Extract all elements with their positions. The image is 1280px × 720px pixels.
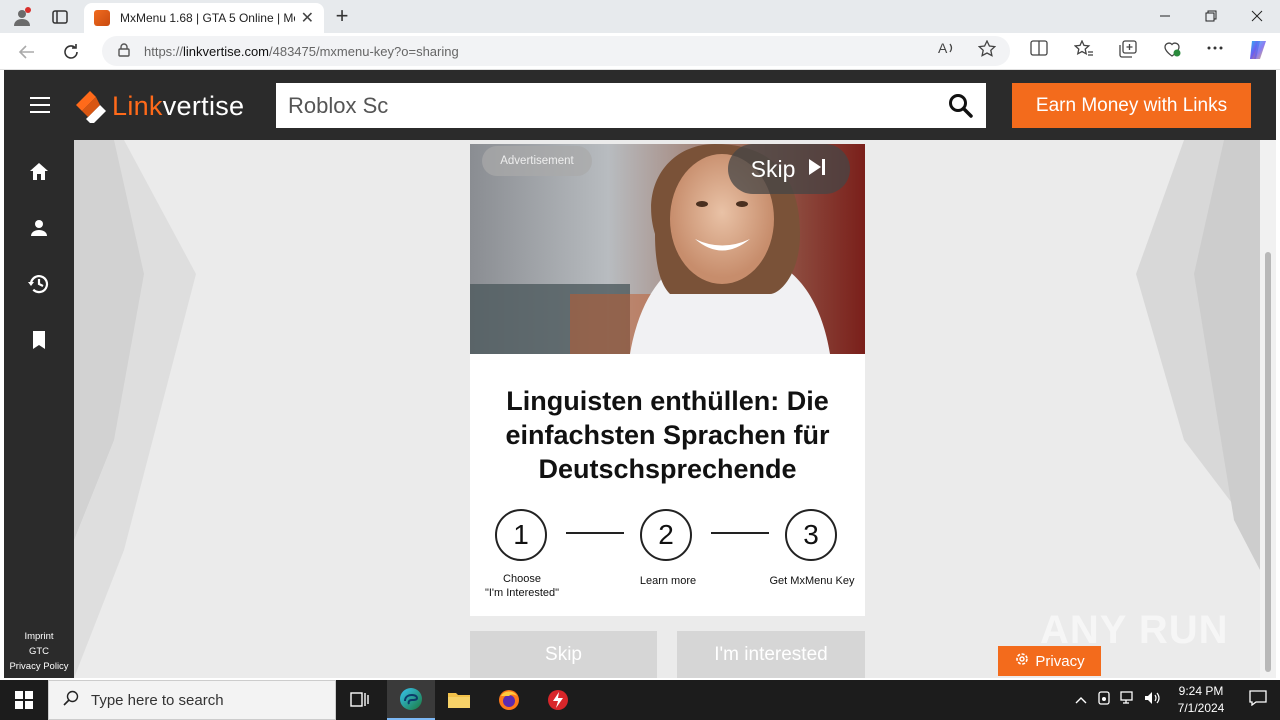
profile-icon[interactable] [10, 5, 34, 29]
step-3-label: Get MxMenu Key [769, 575, 855, 587]
skip-next-icon [807, 156, 827, 183]
logo-text: Linkvertise [112, 91, 244, 122]
sidebar-footer-links: Imprint GTC Privacy Policy [4, 629, 74, 674]
search-input[interactable] [288, 92, 928, 119]
earn-money-button[interactable]: Earn Money with Links [1012, 83, 1251, 128]
step-connector [711, 532, 769, 534]
network-icon[interactable] [1116, 690, 1140, 710]
privacy-button[interactable]: Privacy [998, 646, 1101, 676]
read-aloud-icon[interactable]: A [938, 40, 956, 60]
windows-start-icon[interactable] [0, 680, 48, 720]
search-icon[interactable] [948, 93, 974, 119]
taskbar-search[interactable]: Type here to search [48, 680, 336, 720]
site-header: Linkvertise Earn Money with Links [4, 70, 1276, 140]
menu-icon[interactable] [30, 97, 50, 113]
gear-icon [1014, 651, 1030, 671]
refresh-icon[interactable] [58, 39, 84, 65]
svg-text:A: A [938, 40, 948, 56]
tab-close-icon[interactable]: ✕ [301, 8, 314, 28]
ad-skip-button[interactable]: Skip [728, 144, 850, 194]
url-path: /483475/mxmenu-key?o=sharing [269, 43, 459, 59]
logo-text-rest: vertise [162, 90, 245, 121]
ad-card: Advertisement Skip Linguisten enthüllen:… [470, 144, 865, 616]
logo-mark-icon [74, 89, 108, 125]
notifications-icon[interactable] [1236, 689, 1280, 711]
taskbar-search-placeholder: Type here to search [91, 691, 224, 709]
logo-text-link: Link [112, 90, 163, 121]
browser-toolbar: https://linkvertise.com/483475/mxmenu-ke… [0, 33, 1280, 70]
browser-essentials-icon[interactable] [1162, 40, 1182, 62]
tab-actions-icon[interactable] [48, 5, 72, 29]
taskbar: Type here to search 9:24 PM 7/1/2024 [0, 680, 1280, 720]
firefox-icon[interactable] [485, 680, 533, 720]
sidebar: Imprint GTC Privacy Policy [4, 140, 74, 678]
history-icon[interactable] [27, 272, 51, 296]
url-host: linkvertise.com [183, 43, 269, 59]
address-bar[interactable]: https://linkvertise.com/483475/mxmenu-ke… [102, 36, 1010, 66]
step-3-circle: 3 [785, 509, 837, 561]
clock[interactable]: 9:24 PM 7/1/2024 [1166, 683, 1236, 717]
more-options-icon[interactable] [1206, 40, 1224, 60]
imprint-link[interactable]: Imprint [4, 629, 74, 644]
interested-button[interactable]: I'm interested [677, 631, 865, 678]
gtc-link[interactable]: GTC [4, 644, 74, 659]
ad-image[interactable]: Advertisement Skip [470, 144, 865, 354]
linkvertise-favicon-icon [94, 10, 110, 26]
bookmark-icon[interactable] [27, 328, 51, 352]
home-icon[interactable] [27, 160, 51, 184]
tray-device-icon[interactable] [1092, 690, 1116, 710]
web-page: Linkvertise Earn Money with Links Imprin… [4, 70, 1276, 678]
favorites-icon[interactable] [1073, 39, 1094, 62]
ad-headline[interactable]: Linguisten enthüllen: Die einfachsten Sp… [486, 384, 849, 486]
volume-icon[interactable] [1140, 691, 1166, 710]
system-tray: 9:24 PM 7/1/2024 [1070, 680, 1280, 720]
privacy-label: Privacy [1035, 652, 1085, 670]
tab-title: MxMenu 1.68 | GTA 5 Online | Mo [120, 11, 295, 25]
copilot-icon[interactable] [1246, 38, 1270, 66]
split-screen-icon[interactable] [1030, 40, 1048, 60]
tray-chevron-up-icon[interactable] [1070, 691, 1092, 709]
close-window-icon[interactable] [1234, 0, 1280, 32]
step-2-circle: 2 [640, 509, 692, 561]
step-1-circle: 1 [495, 509, 547, 561]
url-scheme: https:// [144, 43, 184, 59]
advertisement-label: Advertisement [482, 146, 592, 176]
page-scrollbar[interactable] [1260, 140, 1276, 678]
file-explorer-icon[interactable] [435, 680, 483, 720]
task-view-icon[interactable] [336, 680, 384, 720]
linkvertise-logo[interactable]: Linkvertise [74, 89, 244, 125]
collections-icon[interactable] [1118, 40, 1138, 62]
favorite-star-icon[interactable] [977, 39, 997, 62]
minimize-icon[interactable] [1142, 0, 1188, 32]
restore-icon[interactable] [1188, 0, 1234, 32]
search-icon [63, 690, 79, 711]
scrollbar-thumb[interactable] [1265, 252, 1271, 672]
step-2-label: Learn more [639, 575, 697, 587]
site-search [276, 83, 986, 128]
lock-icon[interactable] [118, 42, 130, 60]
skip-button[interactable]: Skip [470, 631, 657, 678]
user-icon[interactable] [27, 216, 51, 240]
url-text[interactable]: https://linkvertise.com/483475/mxmenu-ke… [144, 44, 459, 59]
step-connector [566, 532, 624, 534]
browser-tab-strip: MxMenu 1.68 | GTA 5 Online | Mo ✕ + [0, 0, 1280, 33]
edge-browser-icon[interactable] [387, 680, 435, 720]
clock-date: 7/1/2024 [1177, 701, 1225, 715]
new-tab-button[interactable]: + [330, 4, 354, 28]
step-1-label: Choose "I'm Interested" [484, 573, 560, 599]
ad-skip-label: Skip [750, 155, 796, 182]
clock-time: 9:24 PM [1178, 684, 1224, 698]
privacy-policy-link[interactable]: Privacy Policy [4, 659, 74, 674]
red-app-icon[interactable] [534, 680, 582, 720]
back-arrow-icon[interactable] [14, 39, 40, 65]
tab-active[interactable]: MxMenu 1.68 | GTA 5 Online | Mo ✕ [84, 3, 324, 33]
